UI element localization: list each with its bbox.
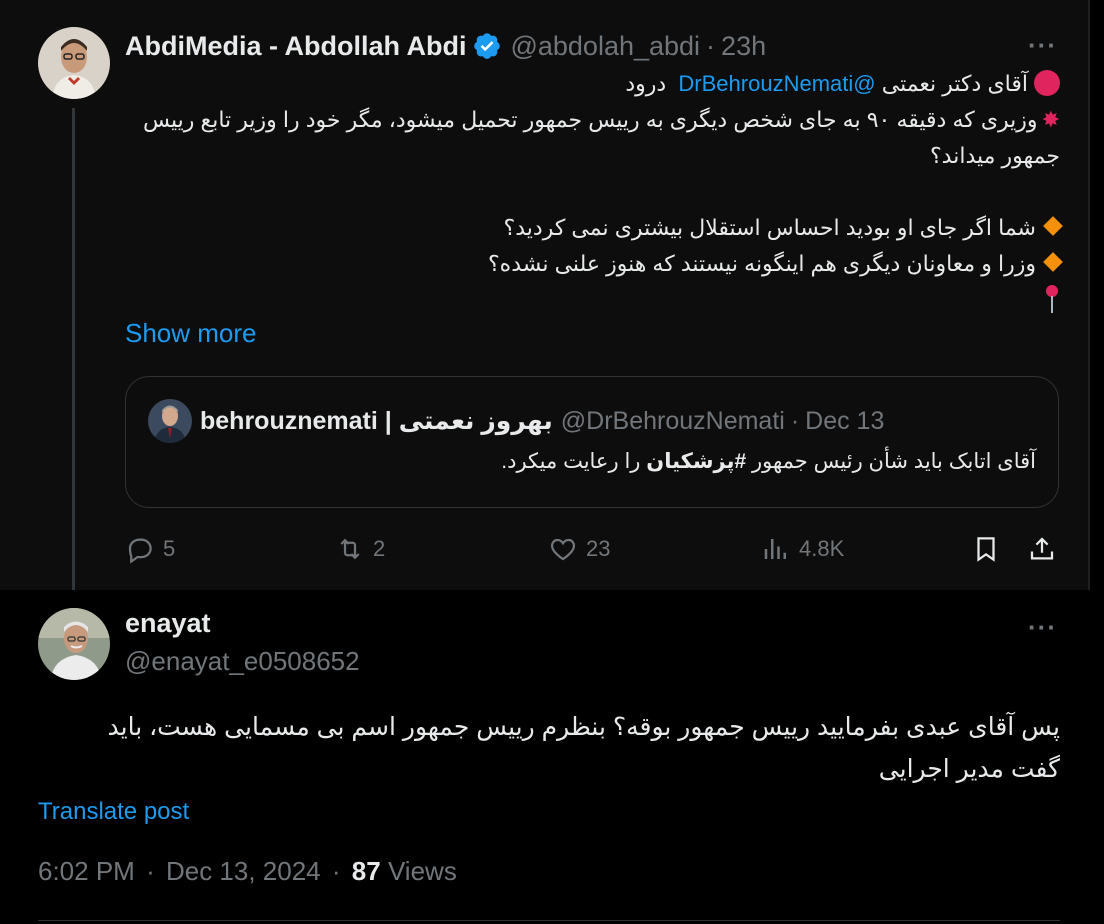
reply-author-name[interactable]: enayat	[125, 608, 211, 639]
verified-badge-icon[interactable]	[472, 31, 502, 61]
tweet-line-1: آقای دکتر نعمتی @DrBehrouzNemati درود	[125, 66, 1060, 102]
view-count: 4.8K	[799, 536, 845, 561]
author-handle[interactable]: @abdolah_abdi	[510, 31, 700, 62]
avatar[interactable]	[38, 27, 110, 99]
more-options-icon[interactable]: ···	[1028, 612, 1057, 643]
reply-icon	[128, 538, 152, 564]
repost-count: 2	[373, 536, 386, 561]
tweet-line-2: ✸وزیری که دقیقه ۹۰ به جای شخص دیگری به ر…	[125, 102, 1060, 174]
quoted-tweet-header: behrouznemati | بهروز نعمتی @DrBehrouzNe…	[200, 401, 884, 441]
quoted-tweet-date[interactable]: Dec 13	[805, 407, 884, 436]
red-circle-icon	[1034, 70, 1060, 96]
quoted-author-name[interactable]: behrouznemati | بهروز نعمتی	[200, 406, 553, 436]
separator-dot: ·	[790, 406, 800, 435]
quoted-tweet-text: آقای اتابک باید شأن رئیس جمهور #پزشکیان …	[501, 449, 1036, 474]
tweet-header: AbdiMedia - Abdollah Abdi @abdolah_abdi …	[125, 26, 766, 66]
tweet-text-question: وزیری که دقیقه ۹۰ به جای شخص دیگری به ری…	[142, 107, 1060, 168]
post-date[interactable]: Dec 13, 2024	[166, 856, 321, 886]
more-options-icon[interactable]: ···	[1028, 30, 1057, 61]
views-button[interactable]: 4.8K	[761, 530, 844, 568]
share-button[interactable]	[1027, 530, 1057, 568]
like-count: 23	[586, 536, 611, 561]
separator-dot: ·	[706, 30, 716, 61]
tweet-text-salutation: آقای دکتر نعمتی	[881, 71, 1028, 96]
author-name[interactable]: AbdiMedia - Abdollah Abdi	[125, 31, 466, 62]
bookmark-button[interactable]	[971, 530, 1001, 568]
post-meta: 6:02 PM · Dec 13, 2024 · 87 Views	[38, 856, 457, 887]
orange-diamond-icon	[1043, 216, 1063, 236]
quoted-author-handle[interactable]: @DrBehrouzNemati	[561, 407, 785, 436]
reply-button[interactable]: 5	[125, 530, 175, 568]
separator-dot: ·	[331, 856, 341, 886]
separator-dot: ·	[146, 856, 155, 886]
quoted-author-avatar-image	[148, 399, 192, 443]
tweet-text: آقای دکتر نعمتی @DrBehrouzNemati درود ✸و…	[125, 66, 1063, 318]
quoted-text-start: آقای اتابک باید شأن رئیس جمهور	[751, 450, 1036, 473]
hashtag-link[interactable]: #پزشکیان	[646, 450, 746, 473]
anger-symbol-icon: ✸	[1041, 107, 1060, 132]
reply-author-avatar-image	[38, 608, 110, 680]
bullet-line-2: وزرا و معاونان دیگری هم اینگونه نیستند ک…	[125, 246, 1063, 282]
reply-text: پس آقای عبدی بفرمایید رییس جمهور بوقه؟ ب…	[107, 713, 1061, 783]
post-time[interactable]: 6:02 PM	[38, 856, 135, 886]
bullet-text-2: وزرا و معاونان دیگری هم اینگونه نیستند ک…	[487, 251, 1036, 276]
reply-author-handle[interactable]: @enayat_e0508652	[125, 646, 360, 677]
quoted-tweet[interactable]: behrouznemati | بهروز نعمتی @DrBehrouzNe…	[125, 376, 1059, 508]
tweet-actions-bar: 5 2 23 4.8K	[125, 530, 1060, 568]
divider	[1088, 0, 1090, 590]
avatar[interactable]	[148, 399, 192, 443]
divider	[38, 920, 1060, 921]
bookmark-icon	[977, 537, 995, 562]
quoted-text-end: را رعایت میکرد.	[501, 450, 641, 473]
mention-link[interactable]: @DrBehrouzNemati	[678, 71, 875, 96]
round-pushpin-icon	[1044, 285, 1060, 315]
thread-connector-line	[72, 108, 75, 604]
translate-post-link[interactable]: Translate post	[38, 798, 189, 826]
avatar[interactable]	[38, 608, 110, 680]
pin-line	[125, 282, 1060, 318]
repost-icon	[340, 538, 360, 560]
views-count: 87	[351, 856, 381, 886]
bullet-text-1: شما اگر جای او بودید احساس استقلال بیشتر…	[503, 215, 1036, 240]
author-avatar-image	[38, 27, 110, 99]
reply-count: 5	[163, 536, 176, 561]
repost-button[interactable]: 2	[335, 530, 385, 568]
heart-icon	[550, 538, 576, 561]
tweet-text-greeting: درود	[625, 71, 667, 96]
analytics-icon	[764, 539, 786, 559]
tweet-time[interactable]: 23h	[721, 31, 766, 62]
show-more-link[interactable]: Show more	[125, 318, 257, 349]
orange-diamond-icon	[1043, 252, 1063, 272]
share-icon	[1030, 537, 1054, 560]
views-label: Views	[387, 856, 457, 886]
like-button[interactable]: 23	[548, 530, 610, 568]
bullet-line-1: شما اگر جای او بودید احساس استقلال بیشتر…	[125, 210, 1063, 246]
